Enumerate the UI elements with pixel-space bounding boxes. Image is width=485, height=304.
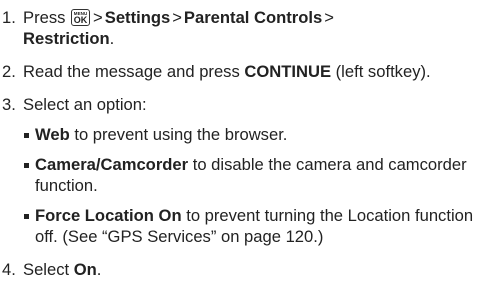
option-list: Web to prevent using the browser. Camera… (23, 124, 485, 247)
step-4: 4. Select On. (2, 259, 485, 280)
path-separator: > (172, 8, 182, 27)
step-1: 1. Press MENU OK > Settings > Parental Contro… (2, 7, 485, 49)
path-separator: > (324, 8, 334, 27)
step-text: Select an option: (23, 95, 147, 114)
square-bullet-icon (24, 163, 29, 168)
path-item-restriction: Restriction (23, 29, 110, 48)
square-bullet-icon (24, 133, 29, 138)
step-prefix: Press (23, 8, 66, 27)
option-title: Camera/Camcorder (35, 155, 189, 174)
step-text: Press MENU OK > Settings > Parental Controls >… (23, 7, 485, 49)
step-text-before: Select (23, 260, 74, 279)
step-2: 2. Read the message and press CONTINUE (… (2, 61, 485, 82)
square-bullet-icon (24, 214, 29, 219)
path-item-settings: Settings (104, 8, 171, 27)
instruction-document: 1. Press MENU OK > Settings > Parental Contro… (0, 0, 485, 304)
key-icon-bottom-label: OK (73, 15, 88, 25)
on-label: On (73, 260, 97, 279)
path-separator: > (93, 8, 103, 27)
option-item-camera-camcorder: Camera/Camcorder to disable the camera a… (23, 154, 485, 196)
step-number: 4. (2, 260, 16, 279)
step-number: 1. (2, 8, 16, 27)
option-title: Web (35, 125, 70, 144)
step-number: 2. (2, 62, 16, 81)
menu-ok-key-icon: MENU OK (71, 9, 91, 26)
step-text-before: Read the message and press (23, 62, 245, 81)
step-suffix: . (109, 29, 115, 48)
step-text: Read the message and press CONTINUE (lef… (23, 61, 485, 82)
step-3: 3. Select an option: Web to prevent usin… (2, 94, 485, 247)
step-text-after: (left softkey). (331, 62, 431, 81)
option-item-web: Web to prevent using the browser. (23, 124, 485, 145)
continue-label: CONTINUE (244, 62, 332, 81)
step-number: 3. (2, 95, 16, 114)
option-description: to prevent using the browser. (69, 125, 288, 144)
option-item-force-location-on: Force Location On to prevent turning the… (23, 205, 485, 247)
option-title: Force Location On (35, 206, 182, 225)
path-item-parental-controls: Parental Controls (183, 8, 323, 27)
step-text-after: . (96, 260, 102, 279)
step-text: Select On. (23, 259, 485, 280)
